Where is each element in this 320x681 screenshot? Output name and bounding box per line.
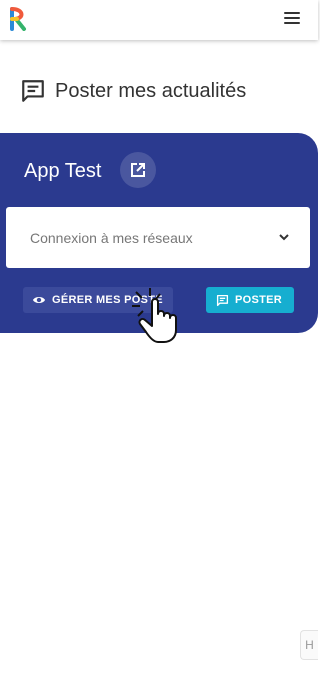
post-label: POSTER [235,294,283,306]
hamburger-icon[interactable] [284,12,300,26]
message-square-icon [216,294,229,306]
chevron-down-icon [279,234,289,241]
open-app-button[interactable] [120,152,156,188]
side-tab[interactable]: Н [300,630,318,660]
networks-select-placeholder: Connexion à mes réseaux [30,230,193,246]
external-link-icon [131,163,145,177]
post-button[interactable]: POSTER [206,287,294,313]
app-card-title: App Test [24,160,102,182]
networks-select[interactable]: Connexion à mes réseaux [6,207,310,268]
top-bar [0,0,318,40]
eye-icon [33,297,45,303]
hand-pointer-icon [132,288,177,343]
page-title: Poster mes actualités [55,79,247,102]
r-logo-icon[interactable] [9,7,27,31]
message-square-icon [22,80,44,102]
page-title-row: Poster mes actualités [20,78,246,104]
